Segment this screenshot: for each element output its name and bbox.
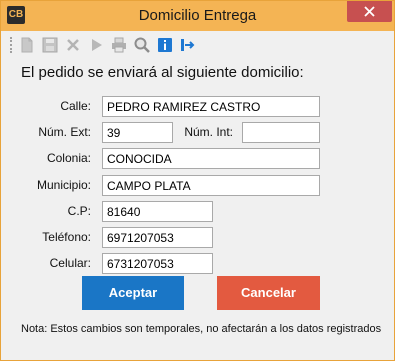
municipio-label: Municipio: — [36, 178, 91, 192]
note-text: Nota: Estos cambios son temporales, no a… — [21, 323, 382, 335]
num-int-label: Núm. Int: — [184, 125, 233, 139]
search-icon — [134, 37, 150, 53]
close-button[interactable] — [347, 1, 392, 22]
cp-label: C.P: — [67, 204, 91, 218]
form-heading: El pedido se enviará al siguiente domici… — [21, 64, 304, 81]
close-icon — [364, 6, 375, 17]
cp-field[interactable]: 81640 — [102, 201, 213, 222]
save-button[interactable] — [41, 36, 59, 54]
calle-label: Calle: — [60, 99, 91, 113]
num-int-field[interactable] — [242, 122, 320, 143]
new-document-icon — [21, 37, 33, 53]
new-document-button[interactable] — [18, 36, 36, 54]
accept-button[interactable]: Aceptar — [82, 276, 184, 310]
search-button[interactable] — [133, 36, 151, 54]
celular-field[interactable]: 6731207053 — [102, 253, 213, 274]
save-icon — [42, 37, 58, 53]
num-ext-field[interactable]: 39 — [102, 122, 173, 143]
cancel-button[interactable]: Cancelar — [217, 276, 320, 310]
info-icon — [158, 38, 172, 52]
colonia-label: Colonia: — [46, 151, 91, 165]
municipio-field[interactable]: CAMPO PLATA — [102, 175, 320, 196]
info-button[interactable] — [156, 36, 174, 54]
toolbar-grip — [10, 37, 12, 53]
num-ext-label: Núm. Ext: — [38, 125, 91, 139]
colonia-field[interactable]: CONOCIDA — [102, 148, 320, 169]
delete-icon — [67, 39, 79, 51]
export-icon — [181, 39, 195, 51]
play-icon — [92, 39, 102, 51]
telefono-label: Teléfono: — [42, 230, 91, 244]
print-icon — [112, 37, 126, 53]
export-button[interactable] — [179, 36, 197, 54]
print-button[interactable] — [110, 36, 128, 54]
delete-button[interactable] — [64, 36, 82, 54]
telefono-field[interactable]: 6971207053 — [102, 227, 213, 248]
play-button[interactable] — [87, 36, 105, 54]
toolbar — [8, 31, 388, 59]
title-bar[interactable]: CB Domicilio Entrega — [1, 1, 394, 31]
celular-label: Celular: — [49, 256, 91, 270]
window-title: Domicilio Entrega — [138, 7, 257, 24]
dialog-content: El pedido se enviará al siguiente domici… — [8, 31, 388, 356]
calle-field[interactable]: PEDRO RAMIREZ CASTRO — [102, 96, 320, 117]
dialog-window: CB Domicilio Entrega El pedido se enviar… — [0, 0, 395, 361]
